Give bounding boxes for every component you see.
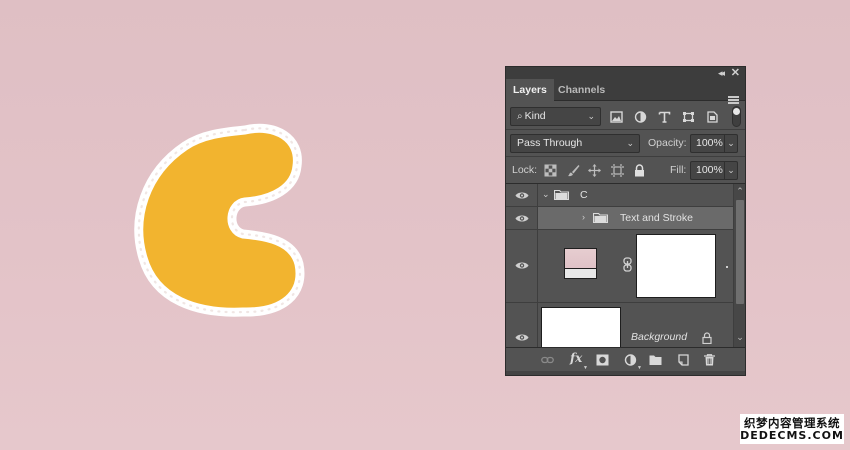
search-icon: ⌕ — [517, 111, 523, 122]
letter-c-artwork — [134, 123, 305, 317]
eye-icon[interactable] — [515, 214, 529, 223]
layer-indicator-dot — [726, 266, 728, 268]
type-layer-filter-icon[interactable] — [658, 111, 671, 123]
eye-icon[interactable] — [515, 191, 529, 200]
visibility-cell — [506, 184, 538, 206]
panel-title-bar[interactable]: ◂◂ ✕ — [506, 67, 745, 79]
filter-toggle-switch[interactable] — [732, 106, 741, 127]
blend-mode-select[interactable]: Pass Through ⌄ — [510, 134, 640, 153]
eye-icon[interactable] — [515, 333, 529, 342]
opacity-input[interactable]: 100% — [690, 134, 724, 153]
smart-object-filter-icon[interactable] — [706, 111, 719, 123]
selected-layer-highlight: › Text and Stroke — [538, 207, 733, 229]
layers-panel: ◂◂ ✕ Layers Channels ⌕ Kind ⌄ Pass Throu… — [505, 66, 746, 376]
shape-layer-filter-icon[interactable] — [682, 111, 695, 123]
layer-mask-thumbnail[interactable] — [636, 234, 716, 298]
filter-row: ⌕ Kind ⌄ — [506, 103, 745, 130]
chevron-down-icon: ⌄ — [626, 138, 634, 148]
fill-label: Fill: — [670, 164, 687, 176]
lock-all-icon[interactable] — [633, 164, 646, 177]
new-group-icon[interactable] — [649, 354, 662, 366]
artboard-autonest-icon[interactable] — [611, 164, 624, 177]
layer-row-c-group[interactable]: ⌄ C — [506, 184, 733, 207]
layer-thumbnail[interactable] — [564, 248, 597, 279]
fx-icon[interactable]: fx — [570, 351, 582, 365]
layers-scrollbar[interactable]: ⌃ ⌄ — [733, 184, 745, 347]
layer-row-smart-object[interactable] — [506, 230, 733, 303]
chain-link-icon[interactable] — [623, 257, 632, 272]
lock-label: Lock: — [512, 164, 538, 176]
panel-tab-bar: Layers Channels — [506, 79, 745, 104]
lock-icon[interactable] — [702, 332, 712, 344]
lock-image-pixels-icon[interactable] — [567, 164, 580, 177]
scroll-up-icon[interactable]: ⌃ — [734, 186, 746, 197]
blend-row: Pass Through ⌄ Opacity: 100% ⌄ — [506, 130, 745, 157]
adjustment-layer-icon[interactable] — [624, 354, 637, 366]
visibility-cell — [506, 303, 538, 347]
visibility-cell — [506, 207, 538, 229]
close-panel-button[interactable]: ✕ — [731, 67, 740, 79]
add-mask-icon[interactable] — [596, 354, 609, 366]
lock-transparent-pixels-icon[interactable] — [544, 164, 557, 177]
chevron-right-icon[interactable]: › — [582, 212, 585, 222]
fill-dropdown[interactable]: ⌄ — [724, 161, 738, 180]
filter-kind-label: Kind — [524, 110, 546, 122]
tab-layers[interactable]: Layers — [506, 79, 554, 102]
panel-resize-handle[interactable] — [506, 371, 745, 375]
layer-name[interactable]: C — [580, 189, 588, 201]
layer-thumbnail[interactable] — [541, 307, 621, 347]
scroll-thumb[interactable] — [736, 200, 744, 304]
watermark-line-2: DEDECMS.COM — [740, 429, 844, 442]
fill-input[interactable]: 100% — [690, 161, 724, 180]
smart-object-badge — [565, 268, 596, 278]
link-layers-icon[interactable] — [541, 354, 554, 366]
blend-mode-value: Pass Through — [517, 137, 583, 149]
scroll-down-icon[interactable]: ⌄ — [734, 332, 746, 343]
folder-icon — [593, 212, 608, 223]
layer-row-text-and-stroke-group[interactable]: › Text and Stroke — [506, 207, 733, 230]
folder-icon — [554, 189, 569, 200]
collapse-panel-button[interactable]: ◂◂ — [718, 67, 725, 79]
chevron-down-icon[interactable]: ⌄ — [542, 189, 550, 200]
layer-row-background[interactable]: Background — [506, 303, 733, 347]
opacity-dropdown[interactable]: ⌄ — [724, 134, 738, 153]
new-layer-icon[interactable] — [677, 354, 690, 366]
watermark: 织梦内容管理系统 DEDECMS.COM — [740, 414, 844, 444]
adjustment-layer-filter-icon[interactable] — [634, 111, 647, 123]
filter-kind-select[interactable]: ⌕ Kind ⌄ — [510, 107, 601, 126]
layer-name[interactable]: Background — [631, 331, 687, 343]
opacity-label: Opacity: — [648, 137, 687, 149]
lock-row: Lock: Fill: 100% ⌄ — [506, 157, 745, 184]
delete-icon[interactable] — [703, 354, 716, 366]
visibility-cell — [506, 230, 538, 302]
layers-list: ⌄ C › Text and Stroke Background — [506, 184, 733, 347]
tab-channels[interactable]: Channels — [551, 79, 612, 101]
chevron-down-icon: ⌄ — [587, 111, 595, 121]
panel-footer: fx ▼ ▼ — [506, 347, 745, 371]
eye-icon[interactable] — [515, 261, 529, 270]
lock-position-icon[interactable] — [588, 164, 601, 177]
pixel-layer-filter-icon[interactable] — [610, 111, 623, 123]
layer-name[interactable]: Text and Stroke — [620, 212, 693, 224]
